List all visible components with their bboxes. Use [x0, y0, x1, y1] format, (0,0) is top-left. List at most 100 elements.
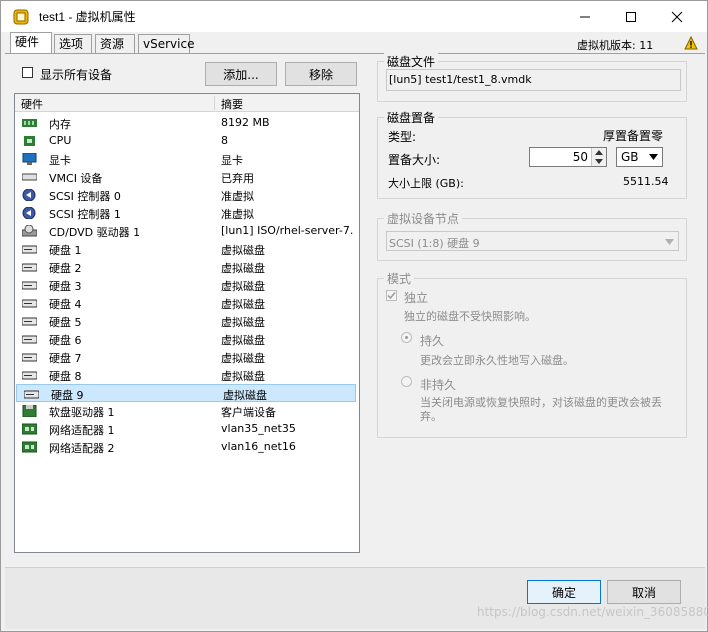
checkmark-icon — [387, 292, 396, 300]
disk-icon — [24, 390, 39, 399]
size-unit-select[interactable]: GB — [616, 147, 663, 167]
close-button[interactable] — [654, 1, 700, 32]
nonpersistent-description: 当关闭电源或恢复快照时，对该磁盘的更改会被丢弃。 — [420, 396, 662, 423]
hardware-row[interactable]: 硬盘 1 虚拟磁盘 — [15, 240, 355, 258]
hardware-row[interactable]: 硬盘 8 虚拟磁盘 — [15, 366, 355, 384]
cancel-button[interactable]: 取消 — [607, 580, 681, 604]
independent-description: 独立的磁盘不受快照影响。 — [404, 310, 536, 323]
hardware-row[interactable]: 硬盘 5 虚拟磁盘 — [15, 312, 355, 330]
hardware-name: 软盘驱动器 1 — [49, 406, 115, 419]
independent-checkbox[interactable] — [386, 290, 397, 301]
tab-options[interactable]: 选项 — [54, 34, 92, 53]
disk-provisioning-title: 磁盘置备 — [384, 109, 439, 126]
hardware-summary: 显卡 — [221, 154, 243, 167]
scsi-icon — [22, 189, 36, 201]
hardware-name: 硬盘 6 — [49, 334, 82, 347]
remove-button[interactable]: 移除 — [285, 62, 357, 86]
persistent-label: 持久 — [420, 334, 445, 348]
hardware-row[interactable]: 网络适配器 2 vlan16_net16 — [15, 438, 355, 456]
size-unit-value: GB — [621, 150, 639, 164]
persistent-description: 更改会立即永久性地写入磁盘。 — [420, 354, 574, 367]
memory-icon — [22, 119, 37, 127]
hardware-row[interactable]: 显卡 显卡 — [15, 150, 355, 168]
type-value: 厚置备置零 — [603, 129, 664, 143]
size-stepper[interactable]: 50 — [529, 147, 607, 167]
hardware-name: 硬盘 4 — [49, 298, 82, 311]
hardware-row[interactable]: CD/DVD 驱动器 1 [lun1] ISO/rhel-server-7... — [15, 222, 355, 240]
floppy-icon — [22, 405, 37, 417]
mode-title: 模式 — [384, 270, 415, 287]
hardware-summary: 客户端设备 — [221, 406, 276, 419]
hardware-row[interactable]: 硬盘 2 虚拟磁盘 — [15, 258, 355, 276]
tab-vservice[interactable]: vService — [138, 34, 194, 53]
hardware-name: 网络适配器 1 — [49, 424, 115, 437]
type-label: 类型: — [388, 130, 417, 144]
disk-icon — [22, 371, 37, 380]
hardware-name: 硬盘 9 — [51, 389, 84, 402]
disk-file-path: [lun5] test1/test1_8.vmdk — [386, 69, 681, 91]
disk-icon — [22, 281, 37, 290]
spin-up-icon[interactable] — [595, 150, 603, 155]
show-all-label: 显示所有设备 — [40, 68, 113, 82]
hardware-name: 硬盘 2 — [49, 262, 82, 275]
hardware-summary: 准虚拟 — [221, 190, 254, 203]
disk-icon — [22, 263, 37, 272]
scsi-icon — [22, 207, 36, 219]
spin-down-icon[interactable] — [595, 159, 603, 164]
hardware-row[interactable]: 网络适配器 1 vlan35_net35 — [15, 420, 355, 438]
hardware-name: SCSI 控制器 0 — [49, 190, 121, 203]
size-spinner[interactable] — [591, 148, 606, 166]
independent-label: 独立 — [404, 291, 429, 305]
hardware-row[interactable]: 硬盘 6 虚拟磁盘 — [15, 330, 355, 348]
maximize-icon — [626, 11, 636, 22]
hardware-name: 硬盘 5 — [49, 316, 82, 329]
nonpersistent-radio[interactable] — [401, 376, 412, 387]
hardware-summary: 虚拟磁盘 — [221, 298, 265, 311]
cdrom-icon — [22, 225, 37, 237]
hardware-row[interactable]: VMCI 设备 已弃用 — [15, 168, 355, 186]
hardware-summary: 虚拟磁盘 — [223, 389, 267, 402]
tab-resources[interactable]: 资源 — [95, 34, 135, 53]
hardware-summary: 准虚拟 — [221, 208, 254, 221]
nonpersistent-label: 非持久 — [420, 378, 457, 392]
chevron-down-icon — [649, 154, 658, 160]
hardware-summary: 8 — [221, 134, 228, 147]
maximize-button[interactable] — [608, 1, 654, 32]
column-header-hardware[interactable]: 硬件 — [21, 96, 43, 112]
column-header-summary[interactable]: 摘要 — [221, 96, 243, 112]
persistent-radio[interactable] — [401, 332, 412, 343]
tab-hardware[interactable]: 硬件 — [10, 32, 52, 54]
network-icon — [22, 423, 37, 435]
ok-button[interactable]: 确定 — [527, 580, 601, 604]
hardware-summary: vlan35_net35 — [221, 422, 296, 435]
virtual-device-node-title: 虚拟设备节点 — [384, 210, 463, 227]
hardware-name: CD/DVD 驱动器 1 — [49, 226, 141, 239]
hardware-summary: 虚拟磁盘 — [221, 370, 265, 383]
disk-icon — [22, 245, 37, 254]
size-input[interactable]: 50 — [573, 150, 588, 164]
hardware-row[interactable]: SCSI 控制器 1 准虚拟 — [15, 204, 355, 222]
cpu-icon — [24, 136, 35, 146]
add-button[interactable]: 添加... — [205, 62, 277, 86]
virtual-device-node-select[interactable]: SCSI (1:8) 硬盘 9 — [386, 231, 679, 251]
hardware-row[interactable]: 硬盘 4 虚拟磁盘 — [15, 294, 355, 312]
hardware-row[interactable]: 软盘驱动器 1 客户端设备 — [15, 402, 355, 420]
hardware-name: VMCI 设备 — [49, 172, 103, 185]
hardware-name: CPU — [49, 134, 72, 147]
device-icon — [22, 173, 37, 181]
hardware-summary: 虚拟磁盘 — [221, 316, 265, 329]
network-icon — [22, 441, 37, 453]
minimize-button[interactable] — [562, 1, 608, 32]
hardware-row[interactable]: SCSI 控制器 0 准虚拟 — [15, 186, 355, 204]
hardware-summary: 虚拟磁盘 — [221, 280, 265, 293]
minimize-icon — [580, 16, 590, 17]
hardware-row[interactable]: 硬盘 7 虚拟磁盘 — [15, 348, 355, 366]
disk-icon — [22, 317, 37, 326]
disk-icon — [22, 353, 37, 362]
hardware-row[interactable]: 硬盘 9 虚拟磁盘 — [16, 384, 356, 402]
show-all-checkbox[interactable] — [22, 67, 33, 78]
hardware-row[interactable]: CPU 8 — [15, 132, 355, 150]
hardware-row[interactable]: 内存 8192 MB — [15, 114, 355, 132]
title-bar[interactable]: test1 - 虚拟机属性 — [1, 1, 707, 32]
hardware-row[interactable]: 硬盘 3 虚拟磁盘 — [15, 276, 355, 294]
